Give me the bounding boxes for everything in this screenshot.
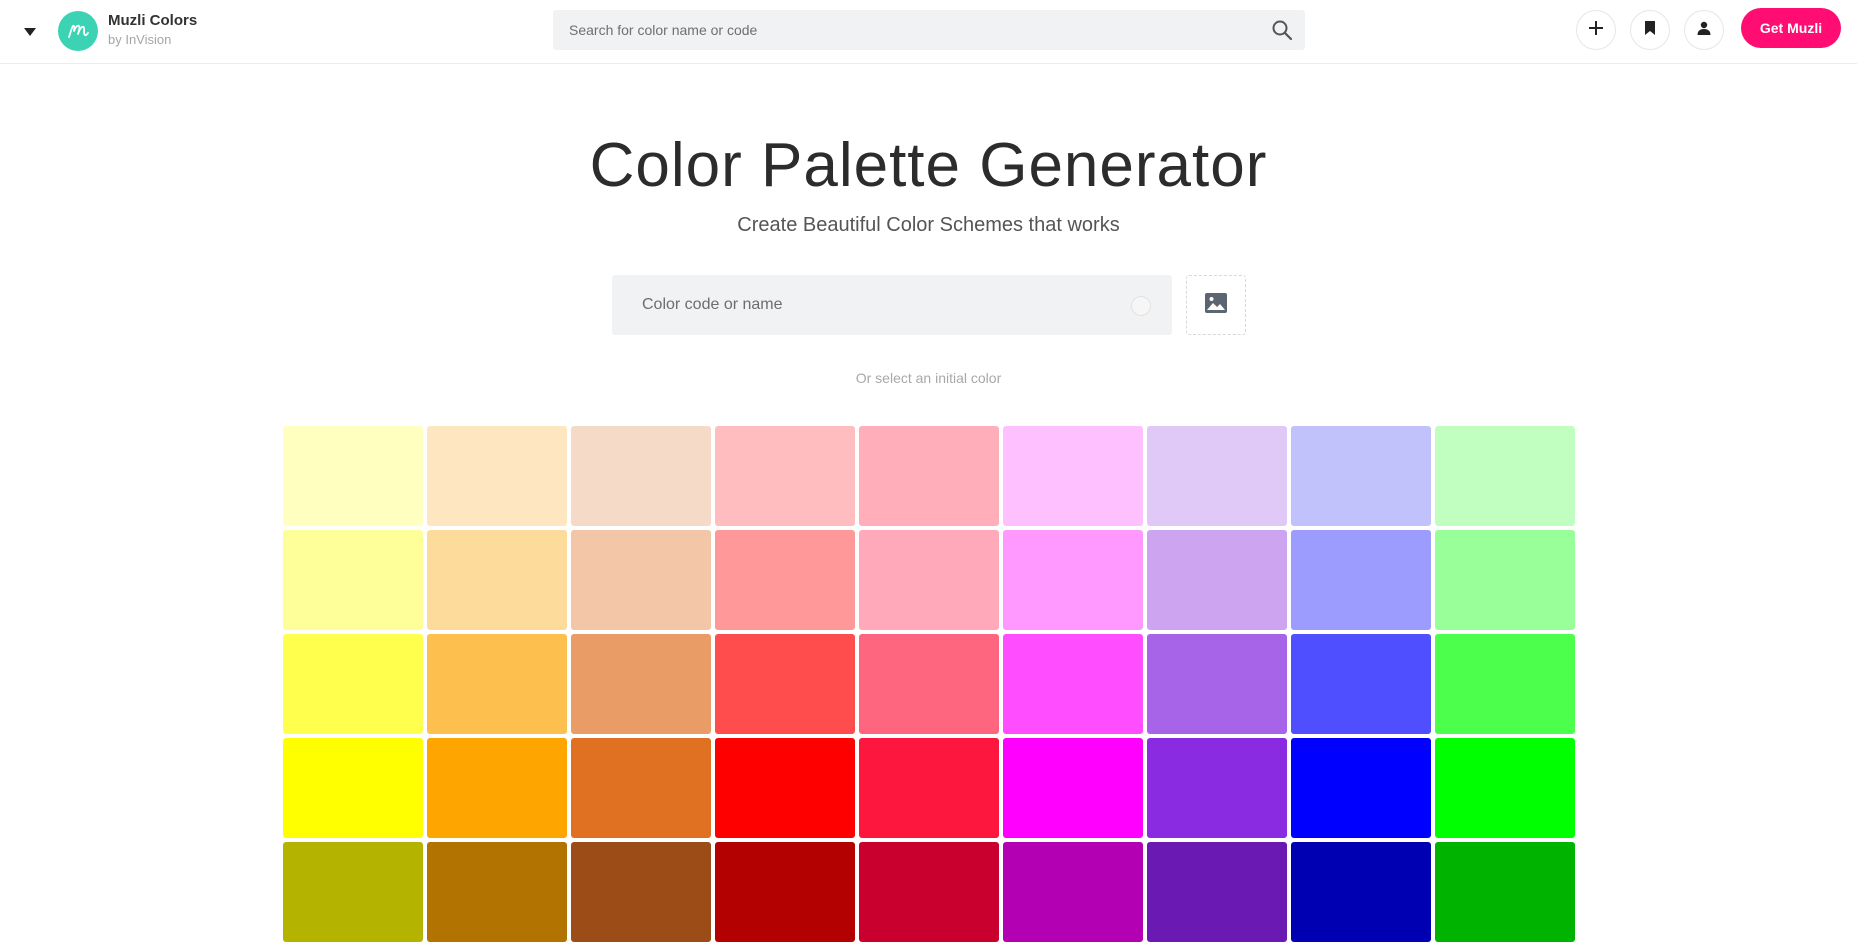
color-input-box (612, 275, 1172, 335)
color-code-input[interactable] (612, 275, 1112, 335)
color-swatch[interactable] (1291, 634, 1431, 734)
color-swatch[interactable] (715, 634, 855, 734)
color-swatch[interactable] (283, 426, 423, 526)
color-swatch[interactable] (859, 738, 999, 838)
color-swatch[interactable] (715, 530, 855, 630)
color-swatch[interactable] (715, 426, 855, 526)
color-swatch[interactable] (1435, 426, 1575, 526)
color-swatch[interactable] (1003, 842, 1143, 942)
top-bar: Muzli Colors by InVision Search for colo… (0, 0, 1857, 64)
color-swatch[interactable] (1435, 842, 1575, 942)
add-button[interactable] (1576, 10, 1616, 50)
brand-name[interactable]: Muzli Colors (108, 12, 197, 29)
color-swatch[interactable] (283, 530, 423, 630)
color-swatch[interactable] (1003, 530, 1143, 630)
color-preview-swatch[interactable] (1131, 296, 1151, 316)
color-swatch[interactable] (1003, 634, 1143, 734)
color-swatch[interactable] (571, 634, 711, 734)
color-swatch[interactable] (1291, 842, 1431, 942)
color-swatch[interactable] (571, 738, 711, 838)
color-swatch[interactable] (571, 530, 711, 630)
get-muzli-button[interactable]: Get Muzli (1741, 8, 1841, 48)
image-upload-button[interactable] (1186, 275, 1246, 335)
account-button[interactable] (1684, 10, 1724, 50)
muzli-logo-icon[interactable] (58, 11, 98, 51)
color-swatch[interactable] (283, 634, 423, 734)
color-swatch[interactable] (859, 426, 999, 526)
color-swatch[interactable] (1291, 530, 1431, 630)
color-swatch[interactable] (1147, 426, 1287, 526)
search-input[interactable] (553, 10, 1253, 50)
page-title: Color Palette Generator (589, 131, 1268, 200)
bookmark-icon (1644, 20, 1656, 40)
color-swatch[interactable] (859, 530, 999, 630)
menu-caret-icon[interactable] (18, 20, 42, 44)
color-swatch[interactable] (427, 842, 567, 942)
page-subtitle: Create Beautiful Color Schemes that work… (737, 214, 1120, 236)
color-swatch[interactable] (427, 634, 567, 734)
color-swatch[interactable] (715, 738, 855, 838)
brand-subtitle: by InVision (108, 32, 172, 47)
bookmarks-button[interactable] (1630, 10, 1670, 50)
color-swatch[interactable] (571, 426, 711, 526)
color-swatch[interactable] (1147, 842, 1287, 942)
color-swatch[interactable] (427, 738, 567, 838)
color-swatch[interactable] (1435, 530, 1575, 630)
color-swatch[interactable] (1003, 426, 1143, 526)
color-grid (283, 426, 1575, 942)
color-swatch[interactable] (1003, 738, 1143, 838)
image-icon (1205, 292, 1227, 318)
color-swatch[interactable] (427, 530, 567, 630)
color-swatch[interactable] (859, 634, 999, 734)
color-swatch[interactable] (715, 842, 855, 942)
select-initial-color-hint: Or select an initial color (855, 370, 1002, 386)
color-swatch[interactable] (571, 842, 711, 942)
color-swatch[interactable] (1291, 738, 1431, 838)
color-swatch[interactable] (1435, 634, 1575, 734)
color-swatch[interactable] (283, 842, 423, 942)
color-swatch[interactable] (859, 842, 999, 942)
color-swatch[interactable] (1435, 738, 1575, 838)
plus-icon (1588, 20, 1604, 41)
color-swatch[interactable] (1147, 738, 1287, 838)
color-swatch[interactable] (1147, 530, 1287, 630)
search-icon[interactable] (1271, 19, 1293, 41)
search-bar (553, 10, 1305, 50)
color-swatch[interactable] (283, 738, 423, 838)
color-swatch[interactable] (427, 426, 567, 526)
color-swatch[interactable] (1291, 426, 1431, 526)
user-icon (1697, 21, 1711, 40)
color-swatch[interactable] (1147, 634, 1287, 734)
